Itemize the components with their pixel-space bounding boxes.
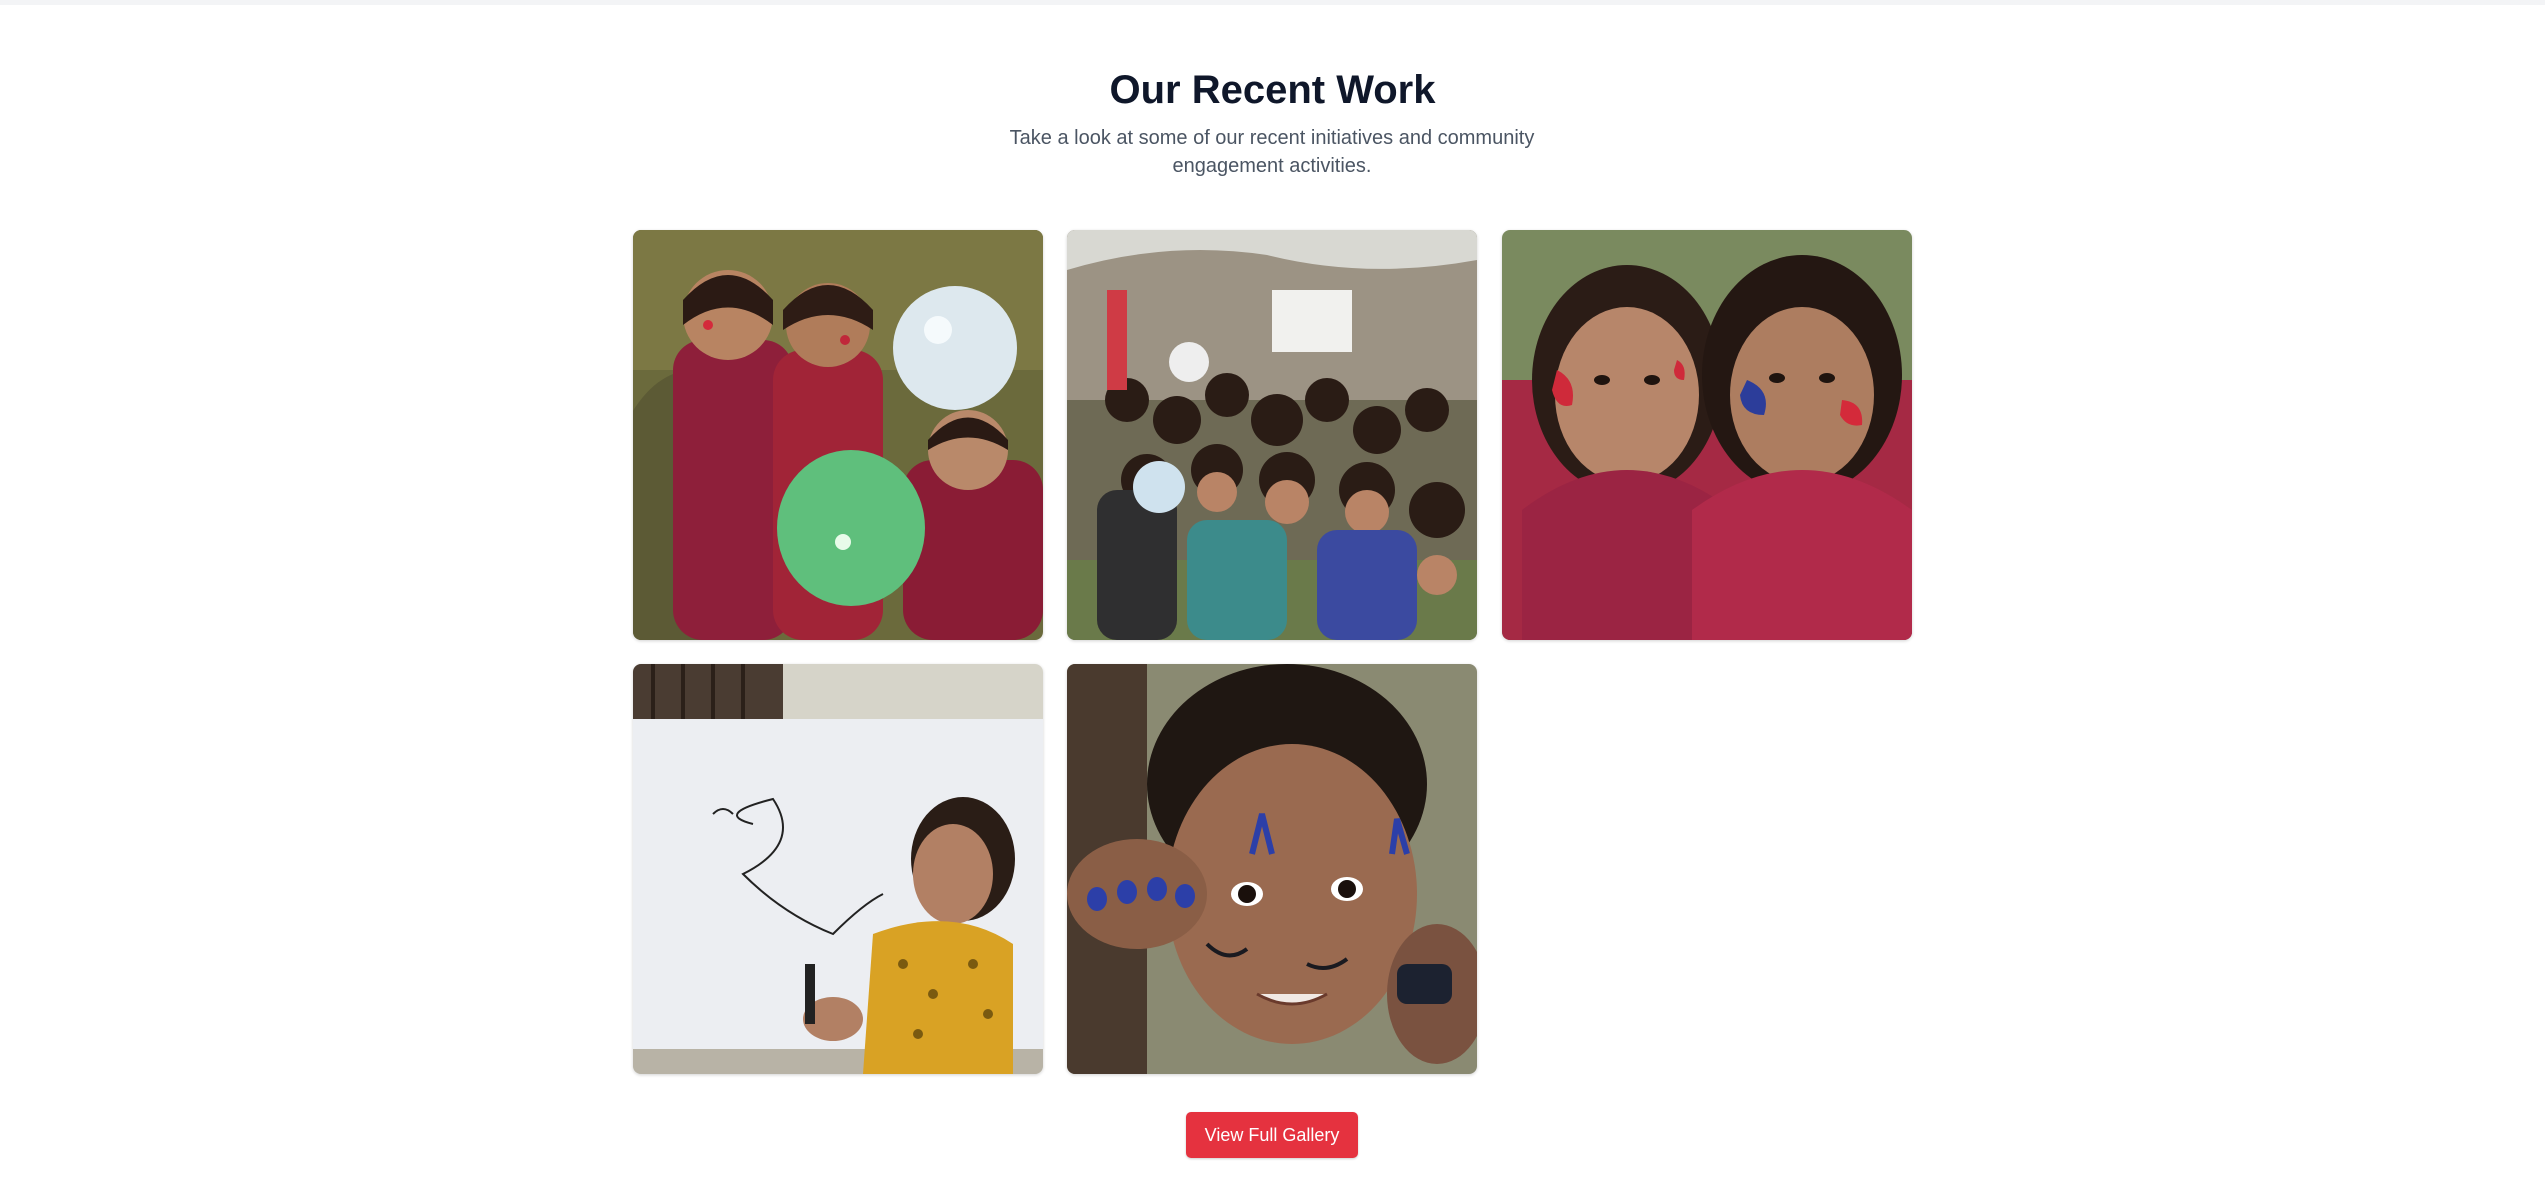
gallery-item-two-girls-face-paint[interactable] <box>1502 230 1912 640</box>
gallery-item-children-group[interactable] <box>1067 230 1477 640</box>
gallery-item-boy-face-paint[interactable] <box>1067 664 1477 1074</box>
section-title: Our Recent Work <box>1109 68 1436 112</box>
gallery-image <box>633 664 1043 1074</box>
gallery-grid <box>633 230 1913 1075</box>
gallery-image <box>1067 230 1477 640</box>
gallery-image <box>633 230 1043 640</box>
gallery-item-girls-with-balloons[interactable] <box>633 230 1043 640</box>
recent-work-section: Our Recent Work Take a look at some of o… <box>0 0 2545 1182</box>
gallery-image <box>1502 230 1912 640</box>
section-subtitle: Take a look at some of our recent initia… <box>1009 127 1535 177</box>
gallery-item-girl-at-whiteboard[interactable] <box>633 664 1043 1074</box>
gallery-image <box>1067 664 1477 1074</box>
view-full-gallery-button[interactable]: View Full Gallery <box>1186 1112 1358 1158</box>
